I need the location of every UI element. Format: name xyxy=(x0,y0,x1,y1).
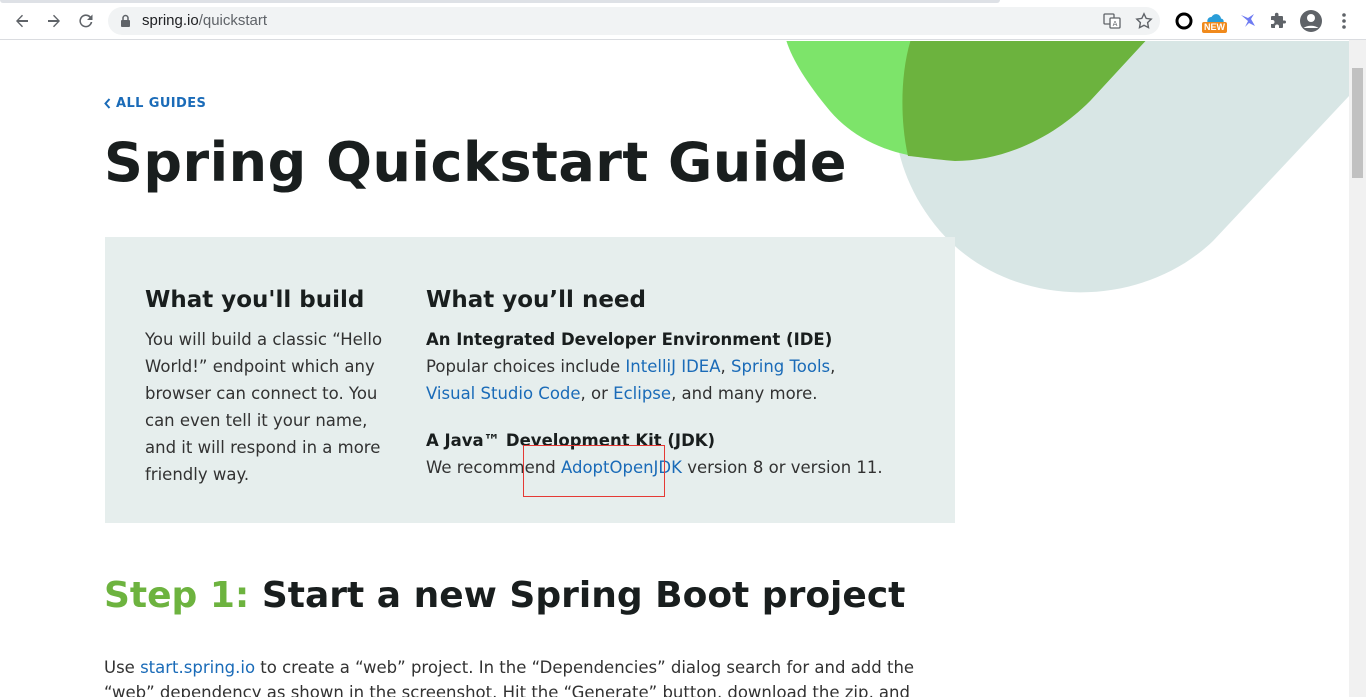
adoptopenjdk-link[interactable]: AdoptOpenJDK xyxy=(561,458,682,477)
chevron-left-icon xyxy=(104,98,111,109)
url-text: spring.io/quickstart xyxy=(142,12,268,29)
what-you-build-section: What you'll build You will build a class… xyxy=(145,287,395,488)
build-heading: What you'll build xyxy=(145,287,365,313)
page-content: ALL GUIDES Spring Quickstart Guide What … xyxy=(0,41,1349,697)
jdk-title: A Java™ Development Kit (JDK) xyxy=(426,431,716,450)
build-description: You will build a classic “Hello World!” … xyxy=(145,330,383,484)
scrollbar-thumb[interactable] xyxy=(1352,68,1363,178)
all-guides-label: ALL GUIDES xyxy=(116,96,207,111)
step-text-prefix: Use xyxy=(104,658,141,677)
extension-bird-icon[interactable] xyxy=(1236,9,1260,33)
all-guides-link[interactable]: ALL GUIDES xyxy=(104,96,206,111)
ide-separator: , xyxy=(720,357,732,376)
ide-title: An Integrated Developer Environment (IDE… xyxy=(426,330,833,349)
need-heading: What you’ll need xyxy=(426,287,646,313)
translate-icon[interactable]: A xyxy=(1103,12,1121,35)
extensions-puzzle-icon[interactable] xyxy=(1267,9,1291,33)
ide-separator: , xyxy=(830,357,836,376)
page-title: Spring Quickstart Guide xyxy=(104,131,848,194)
jdk-prefix: We recommend xyxy=(426,458,561,477)
eclipse-link[interactable]: Eclipse xyxy=(613,384,671,403)
start-spring-io-link[interactable]: start.spring.io xyxy=(140,658,255,677)
ide-suffix: , and many more. xyxy=(671,384,818,403)
requirements-panel: What you'll build You will build a class… xyxy=(105,237,955,523)
menu-kebab-icon[interactable] xyxy=(1332,9,1356,33)
tab-strip-edge xyxy=(0,0,1000,3)
step-number: Step 1: xyxy=(104,575,250,616)
browser-toolbar: spring.io/quickstart A NEW xyxy=(0,0,1366,40)
reload-icon[interactable] xyxy=(74,9,98,33)
lock-icon xyxy=(120,14,131,33)
bookmark-star-icon[interactable] xyxy=(1135,12,1153,35)
what-you-need-section: What you’ll need An Integrated Developer… xyxy=(426,287,946,481)
vertical-scrollbar[interactable] xyxy=(1349,40,1366,697)
jdk-requirement: A Java™ Development Kit (JDK) We recomme… xyxy=(426,427,946,481)
step-title: Start a new Spring Boot project xyxy=(249,575,906,616)
intellij-link[interactable]: IntelliJ IDEA xyxy=(625,357,720,376)
forward-arrow-icon[interactable] xyxy=(42,9,66,33)
spring-tools-link[interactable]: Spring Tools xyxy=(731,357,830,376)
extension-circle-icon[interactable] xyxy=(1172,9,1196,33)
ide-prefix: Popular choices include xyxy=(426,357,626,376)
svg-text:A: A xyxy=(1113,20,1118,28)
profile-avatar-icon[interactable] xyxy=(1299,9,1323,33)
address-bar[interactable]: spring.io/quickstart A xyxy=(108,7,1160,35)
step-1-heading: Step 1: Start a new Spring Boot project xyxy=(104,575,905,616)
jdk-suffix: version 8 or version 11. xyxy=(681,458,883,477)
ide-requirement: An Integrated Developer Environment (IDE… xyxy=(426,326,946,407)
new-badge: NEW xyxy=(1202,22,1227,33)
ide-separator: , or xyxy=(580,384,614,403)
vscode-link[interactable]: Visual Studio Code xyxy=(426,384,581,403)
step-1-description: Use start.spring.io to create a “web” pr… xyxy=(104,655,954,697)
back-arrow-icon[interactable] xyxy=(10,9,34,33)
